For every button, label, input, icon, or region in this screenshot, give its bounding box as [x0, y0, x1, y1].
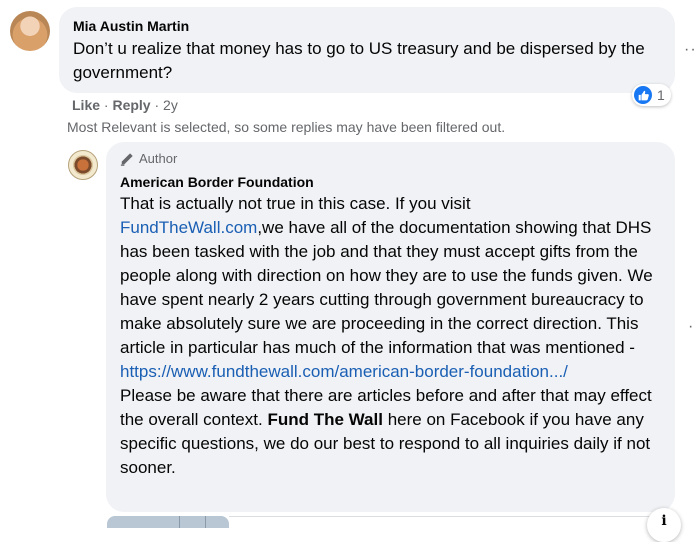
comment-actions: Like · Reply · 2y — [72, 97, 178, 113]
fundthewall-link[interactable]: FundTheWall.com — [120, 218, 257, 237]
author-badge: Author — [120, 151, 177, 166]
seal-logo — [73, 155, 93, 175]
reply-text-part: That is actually not true in this case. … — [120, 194, 471, 213]
separator-dot: · — [154, 97, 160, 113]
separator-dot: · — [103, 97, 109, 113]
comment-text: Don’t u realize that money has to go to … — [73, 39, 645, 82]
like-link[interactable]: Like — [72, 97, 100, 113]
page-mention[interactable]: Fund The Wall — [267, 410, 383, 429]
comment-author-name[interactable]: Mia Austin Martin — [73, 18, 189, 34]
reaction-count-badge[interactable]: 1 — [632, 84, 671, 106]
reply-avatar[interactable] — [68, 150, 98, 180]
link-preview-card[interactable] — [229, 516, 675, 528]
reply-text: That is actually not true in this case. … — [120, 192, 668, 480]
reply-link[interactable]: Reply — [112, 97, 150, 113]
filter-notice: Most Relevant is selected, so some repli… — [67, 119, 506, 135]
info-icon[interactable]: i — [647, 508, 681, 542]
link-preview-image[interactable] — [107, 516, 229, 528]
reply-text-part: ,we have all of the documentation showin… — [120, 218, 653, 357]
reaction-count: 1 — [657, 87, 665, 103]
thumbs-up-icon — [634, 86, 652, 104]
article-link[interactable]: https://www.fundthewall.com/american-bor… — [120, 362, 568, 381]
reply-author-name[interactable]: American Border Foundation — [120, 174, 314, 190]
author-badge-label: Author — [139, 151, 178, 166]
comment-timestamp[interactable]: 2y — [163, 97, 178, 113]
reply-more-dots-icon[interactable]: · — [688, 318, 694, 336]
comment-more-dots-icon[interactable]: ·· — [684, 41, 697, 59]
pencil-icon — [120, 152, 133, 166]
commenter-avatar[interactable] — [10, 11, 50, 51]
